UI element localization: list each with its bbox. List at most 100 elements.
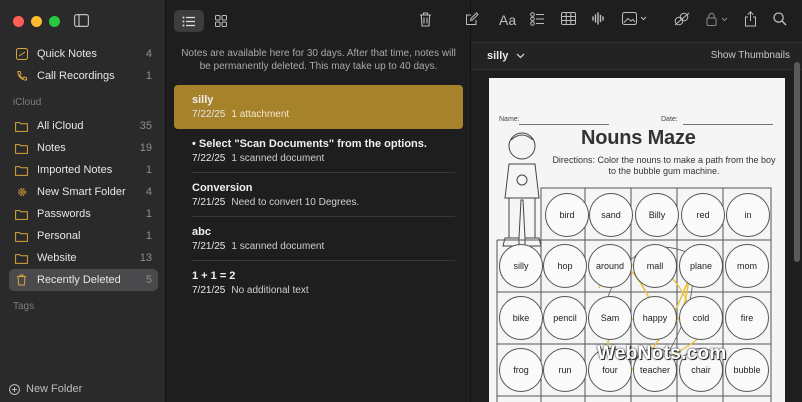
collaborate-button[interactable] [674, 12, 690, 26]
new-folder-button[interactable]: New Folder [9, 383, 82, 395]
note-date: 7/21/25 [192, 197, 226, 208]
sidebar-item-all-icloud[interactable]: All iCloud 35 [9, 115, 158, 137]
maze-word: Sam [588, 296, 632, 340]
sidebar-item-label: Website [37, 252, 77, 264]
notes-list: silly 7/22/25 1 attachment • Select "Scan… [174, 85, 463, 305]
note-meta: 7/21/25 No additional text [192, 285, 463, 296]
folder-icon [15, 120, 28, 132]
sidebar-item-passwords[interactable]: Passwords 1 [9, 203, 158, 225]
note-item-abc[interactable]: abc 7/21/25 1 scanned document [174, 217, 463, 261]
audio-button[interactable] [592, 12, 605, 25]
sidebar-item-count: 1 [145, 70, 152, 82]
sidebar-item-count: 13 [139, 252, 152, 264]
window-controls [13, 16, 60, 27]
sidebar-item-label: Personal [37, 230, 81, 242]
share-button[interactable] [744, 11, 757, 27]
maze-word: cold [679, 296, 723, 340]
sidebar-item-count: 19 [139, 142, 152, 154]
close-window-button[interactable] [13, 16, 24, 27]
sidebar-item-count: 4 [145, 48, 152, 60]
grid-icon [215, 15, 227, 27]
note-date: 7/22/25 [192, 109, 226, 120]
sidebar-list: Quick Notes 4 Call Recordings 1 iCloud A… [9, 43, 158, 319]
maze-word: fire [725, 296, 769, 340]
gallery-view-button[interactable] [206, 10, 236, 32]
attachment-title: silly [487, 50, 509, 62]
search-button[interactable] [773, 12, 787, 26]
section-header-tags: Tags [13, 301, 35, 312]
watermark: WebNots.com [597, 343, 727, 364]
checklist-icon [530, 12, 544, 26]
sidebar-item-label: Imported Notes [37, 164, 113, 176]
note-preview: Need to convert 10 Degrees. [231, 197, 360, 208]
maze-word: mall [633, 244, 677, 288]
note-title: silly [192, 94, 214, 106]
note-item-one-plus-one[interactable]: 1 + 1 = 2 7/21/25 No additional text [174, 261, 463, 305]
section-header-icloud: iCloud [13, 97, 42, 108]
note-meta: 7/21/25 1 scanned document [192, 241, 463, 252]
sidebar-item-count: 1 [145, 230, 152, 242]
maze-word: plane [679, 244, 723, 288]
sidebar-item-personal[interactable]: Personal 1 [9, 225, 158, 247]
sidebar-item-notes[interactable]: Notes 19 [9, 137, 158, 159]
notes-window: Quick Notes 4 Call Recordings 1 iCloud A… [0, 0, 802, 402]
trash-icon [15, 274, 28, 286]
lock-button[interactable] [706, 12, 730, 26]
sidebar-item-new-smart-folder[interactable]: New Smart Folder 4 [9, 181, 158, 203]
folder-icon [15, 252, 28, 264]
sidebar-item-call-recordings[interactable]: Call Recordings 1 [9, 65, 158, 87]
note-item-conversion[interactable]: Conversion 7/21/25 Need to convert 10 Deg… [174, 173, 463, 217]
sidebar-item-label: Recently Deleted [37, 274, 121, 286]
note-title: Conversion [192, 182, 253, 194]
sidebar-item-quick-notes[interactable]: Quick Notes 4 [9, 43, 158, 65]
new-folder-label: New Folder [26, 383, 83, 395]
quick-notes-icon [15, 48, 28, 60]
delete-button[interactable] [419, 12, 432, 30]
note-meta: 7/22/25 1 scanned document [192, 153, 463, 164]
sidebar-item-label: All iCloud [37, 120, 84, 132]
note-date: 7/22/25 [192, 153, 226, 164]
note-item-scan-documents[interactable]: • Select "Scan Documents" from the optio… [174, 129, 463, 173]
maze-word: hop [543, 244, 587, 288]
scrollbar[interactable] [794, 62, 800, 262]
view-switcher [174, 10, 236, 32]
maze-word: silly [499, 244, 543, 288]
sidebar-item-recently-deleted[interactable]: Recently Deleted 5 [9, 269, 158, 291]
media-button[interactable] [622, 12, 648, 25]
folder-icon [15, 230, 28, 242]
note-date: 7/21/25 [192, 285, 226, 296]
list-view-button[interactable] [174, 10, 204, 32]
sidebar-item-website[interactable]: Website 13 [9, 247, 158, 269]
folder-icon [15, 142, 28, 154]
sidebar-item-count: 1 [145, 208, 152, 220]
sidebar-item-label: New Smart Folder [37, 186, 126, 198]
table-icon [561, 12, 576, 25]
sidebar-item-count: 35 [139, 120, 152, 132]
checklist-button[interactable] [530, 12, 545, 26]
maze-word: frog [499, 348, 543, 392]
sidebar-item-label: Call Recordings [37, 70, 115, 82]
note-meta: 7/21/25 Need to convert 10 Degrees. [192, 197, 463, 208]
table-button[interactable] [561, 12, 576, 25]
sidebar-toggle-icon[interactable] [74, 14, 89, 27]
sidebar-item-count: 4 [145, 186, 152, 198]
gear-icon [15, 186, 28, 198]
note-meta: 7/22/25 1 attachment [192, 109, 463, 120]
attachment-title-button[interactable]: silly [487, 50, 525, 62]
sidebar: Quick Notes 4 Call Recordings 1 iCloud A… [0, 0, 166, 402]
maze-word: in [726, 193, 770, 237]
sidebar-item-imported-notes[interactable]: Imported Notes 1 [9, 159, 158, 181]
note-title: 1 + 1 = 2 [192, 270, 236, 282]
compose-button[interactable] [465, 12, 479, 26]
note-item-silly[interactable]: silly 7/22/25 1 attachment [174, 85, 463, 129]
zoom-window-button[interactable] [49, 16, 60, 27]
show-thumbnails-button[interactable]: Show Thumbnails [711, 50, 790, 61]
format-button[interactable]: Aa [499, 12, 516, 28]
recently-deleted-info: Notes are available here for 30 days. Af… [181, 48, 456, 72]
sidebar-item-label: Quick Notes [37, 48, 97, 60]
note-preview: No additional text [231, 285, 309, 296]
sidebar-item-count: 1 [145, 164, 152, 176]
maze-word: bubble [725, 348, 769, 392]
waveform-icon [592, 12, 604, 25]
minimize-window-button[interactable] [31, 16, 42, 27]
